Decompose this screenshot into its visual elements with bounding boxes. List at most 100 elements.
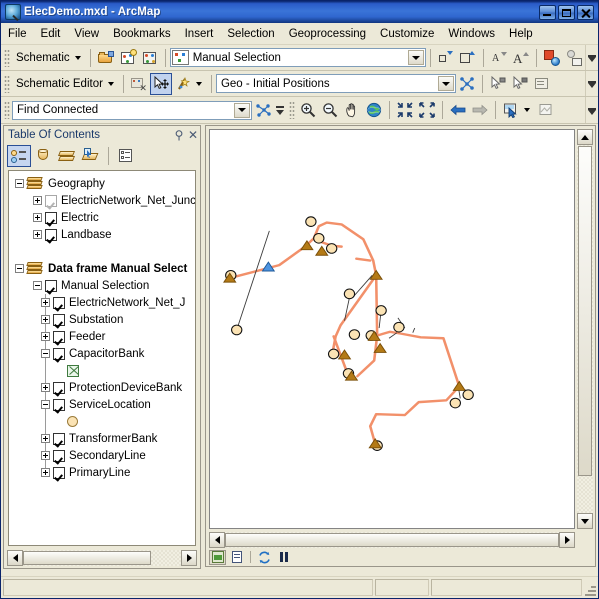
editor-properties-button[interactable] <box>531 73 553 95</box>
service-location-node[interactable] <box>343 288 356 300</box>
apply-layout-button[interactable] <box>456 73 478 95</box>
layer-visibility-checkbox[interactable] <box>53 466 65 479</box>
secondary-line[interactable] <box>412 327 416 333</box>
toc-item-substation[interactable]: Substation <box>13 311 195 328</box>
scroll-up-arrow-icon[interactable] <box>577 129 593 145</box>
toc-item-electric[interactable]: Electric <box>13 209 195 226</box>
menu-help[interactable]: Help <box>502 25 540 43</box>
layer-visibility-checkbox[interactable] <box>53 330 65 343</box>
expander-minus-icon[interactable] <box>41 400 50 409</box>
select-associated-button[interactable] <box>487 73 509 95</box>
open-diagram-button[interactable] <box>95 47 117 69</box>
expander-minus-icon[interactable] <box>15 264 24 273</box>
toolbar-grip[interactable] <box>4 48 10 67</box>
increase-symbol-size-button[interactable] <box>457 47 479 69</box>
layer-visibility-checkbox[interactable] <box>45 211 57 224</box>
menu-insert[interactable]: Insert <box>178 25 221 43</box>
select-move-tool[interactable] <box>149 72 172 95</box>
list-by-drawing-order-button[interactable] <box>7 145 31 167</box>
expander-minus-icon[interactable] <box>33 281 42 290</box>
menu-windows[interactable]: Windows <box>441 25 502 43</box>
expander-plus-icon[interactable] <box>33 196 42 205</box>
expander-plus-icon[interactable] <box>33 213 42 222</box>
layer-visibility-checkbox[interactable] <box>45 228 57 241</box>
expander-plus-icon[interactable] <box>41 315 50 324</box>
refresh-diagram-button[interactable] <box>541 47 563 69</box>
diagram-selector-combo[interactable]: Manual Selection <box>169 48 426 67</box>
increase-text-size-button[interactable]: A <box>510 47 532 69</box>
primary-line[interactable] <box>356 274 379 378</box>
clear-selection-button[interactable] <box>535 99 557 121</box>
layer-visibility-checkbox[interactable] <box>45 194 57 207</box>
diagram-to-map-button[interactable] <box>563 47 585 69</box>
fixed-zoom-in-button[interactable] <box>394 99 416 121</box>
layer-visibility-checkbox[interactable] <box>53 381 65 394</box>
decrease-text-size-button[interactable]: A <box>488 47 510 69</box>
layer-visibility-checkbox[interactable] <box>53 449 65 462</box>
service-location-node[interactable] <box>231 324 243 336</box>
layout-selector-dropdown-arrow[interactable] <box>437 76 454 91</box>
select-related-button[interactable] <box>509 73 531 95</box>
map-horizontal-scrollbar[interactable] <box>209 532 575 548</box>
menu-selection[interactable]: Selection <box>220 25 281 43</box>
layer-visibility-checkbox[interactable] <box>53 398 65 411</box>
transformer-node[interactable] <box>369 269 383 280</box>
toc-item-electricnetwork-net-junc[interactable]: ElectricNetwork_Net_Junc <box>13 192 195 209</box>
scrollbar-thumb[interactable] <box>578 146 592 476</box>
toolbar-grip[interactable] <box>4 101 10 119</box>
service-location-node[interactable] <box>327 348 340 360</box>
expander-plus-icon[interactable] <box>41 434 50 443</box>
refresh-view-button[interactable] <box>256 550 273 565</box>
editor-clear-button[interactable]: ✕ <box>128 73 150 95</box>
scrollbar-track[interactable] <box>225 532 559 548</box>
layer-visibility-checkbox[interactable] <box>53 347 65 360</box>
toolbar-overflow-button[interactable] <box>585 71 598 96</box>
toolbar-overflow-button[interactable] <box>274 105 286 115</box>
scrollbar-track[interactable] <box>577 145 593 513</box>
menu-edit[interactable]: Edit <box>34 25 68 43</box>
toolbar-grip[interactable] <box>4 74 10 93</box>
fixed-zoom-out-button[interactable] <box>416 99 438 121</box>
expander-plus-icon[interactable] <box>41 332 50 341</box>
toc-tree-list[interactable]: Geography ElectricNetwork_Net_Junc Elect… <box>8 170 196 546</box>
map-canvas[interactable] <box>209 129 575 529</box>
layer-visibility-checkbox[interactable] <box>45 279 57 292</box>
toc-item-protectiondevicebank[interactable]: ProtectionDeviceBank <box>13 379 195 396</box>
decrease-symbol-size-button[interactable] <box>435 47 457 69</box>
zoom-in-tool[interactable] <box>297 99 319 121</box>
toolbar-overflow-button[interactable] <box>585 97 598 123</box>
service-location-node[interactable] <box>348 329 361 340</box>
chevron-down-icon[interactable] <box>107 81 114 86</box>
close-button[interactable] <box>577 4 594 20</box>
scroll-down-arrow-icon[interactable] <box>577 513 593 529</box>
diagram-properties-button[interactable] <box>139 47 161 69</box>
service-location-node[interactable] <box>305 216 317 227</box>
pin-icon[interactable]: ⚲ <box>172 128 186 142</box>
expander-plus-icon[interactable] <box>41 383 50 392</box>
list-by-selection-button[interactable] <box>79 145 103 167</box>
pan-tool[interactable] <box>341 99 363 121</box>
schematic-menu-button[interactable]: Schematic <box>12 50 73 66</box>
list-by-source-button[interactable] <box>31 145 55 167</box>
chevron-down-icon[interactable] <box>74 55 81 60</box>
toc-item-feeder[interactable]: Feeder <box>13 328 195 345</box>
zoom-out-tool[interactable] <box>319 99 341 121</box>
map-vertical-scrollbar[interactable] <box>577 129 593 529</box>
layer-visibility-checkbox[interactable] <box>53 313 65 326</box>
scrollbar-track[interactable] <box>23 550 181 566</box>
menu-customize[interactable]: Customize <box>373 25 441 43</box>
close-icon[interactable]: ✕ <box>186 128 200 142</box>
toc-item-servicelocation[interactable]: ServiceLocation <box>13 396 195 413</box>
primary-line[interactable] <box>372 330 461 388</box>
toc-horizontal-scrollbar[interactable] <box>7 550 197 566</box>
expander-plus-icon[interactable] <box>41 298 50 307</box>
run-algorithm-button[interactable] <box>252 99 274 121</box>
menu-geoprocessing[interactable]: Geoprocessing <box>282 25 373 43</box>
primary-line[interactable] <box>368 385 461 445</box>
tools-toolbar-grip[interactable] <box>289 101 295 119</box>
data-view-button[interactable] <box>209 549 226 565</box>
layer-visibility-checkbox[interactable] <box>53 432 65 445</box>
scroll-left-arrow-icon[interactable] <box>209 532 225 548</box>
service-location-node[interactable] <box>325 243 338 254</box>
toc-item-landbase[interactable]: Landbase <box>13 226 195 243</box>
